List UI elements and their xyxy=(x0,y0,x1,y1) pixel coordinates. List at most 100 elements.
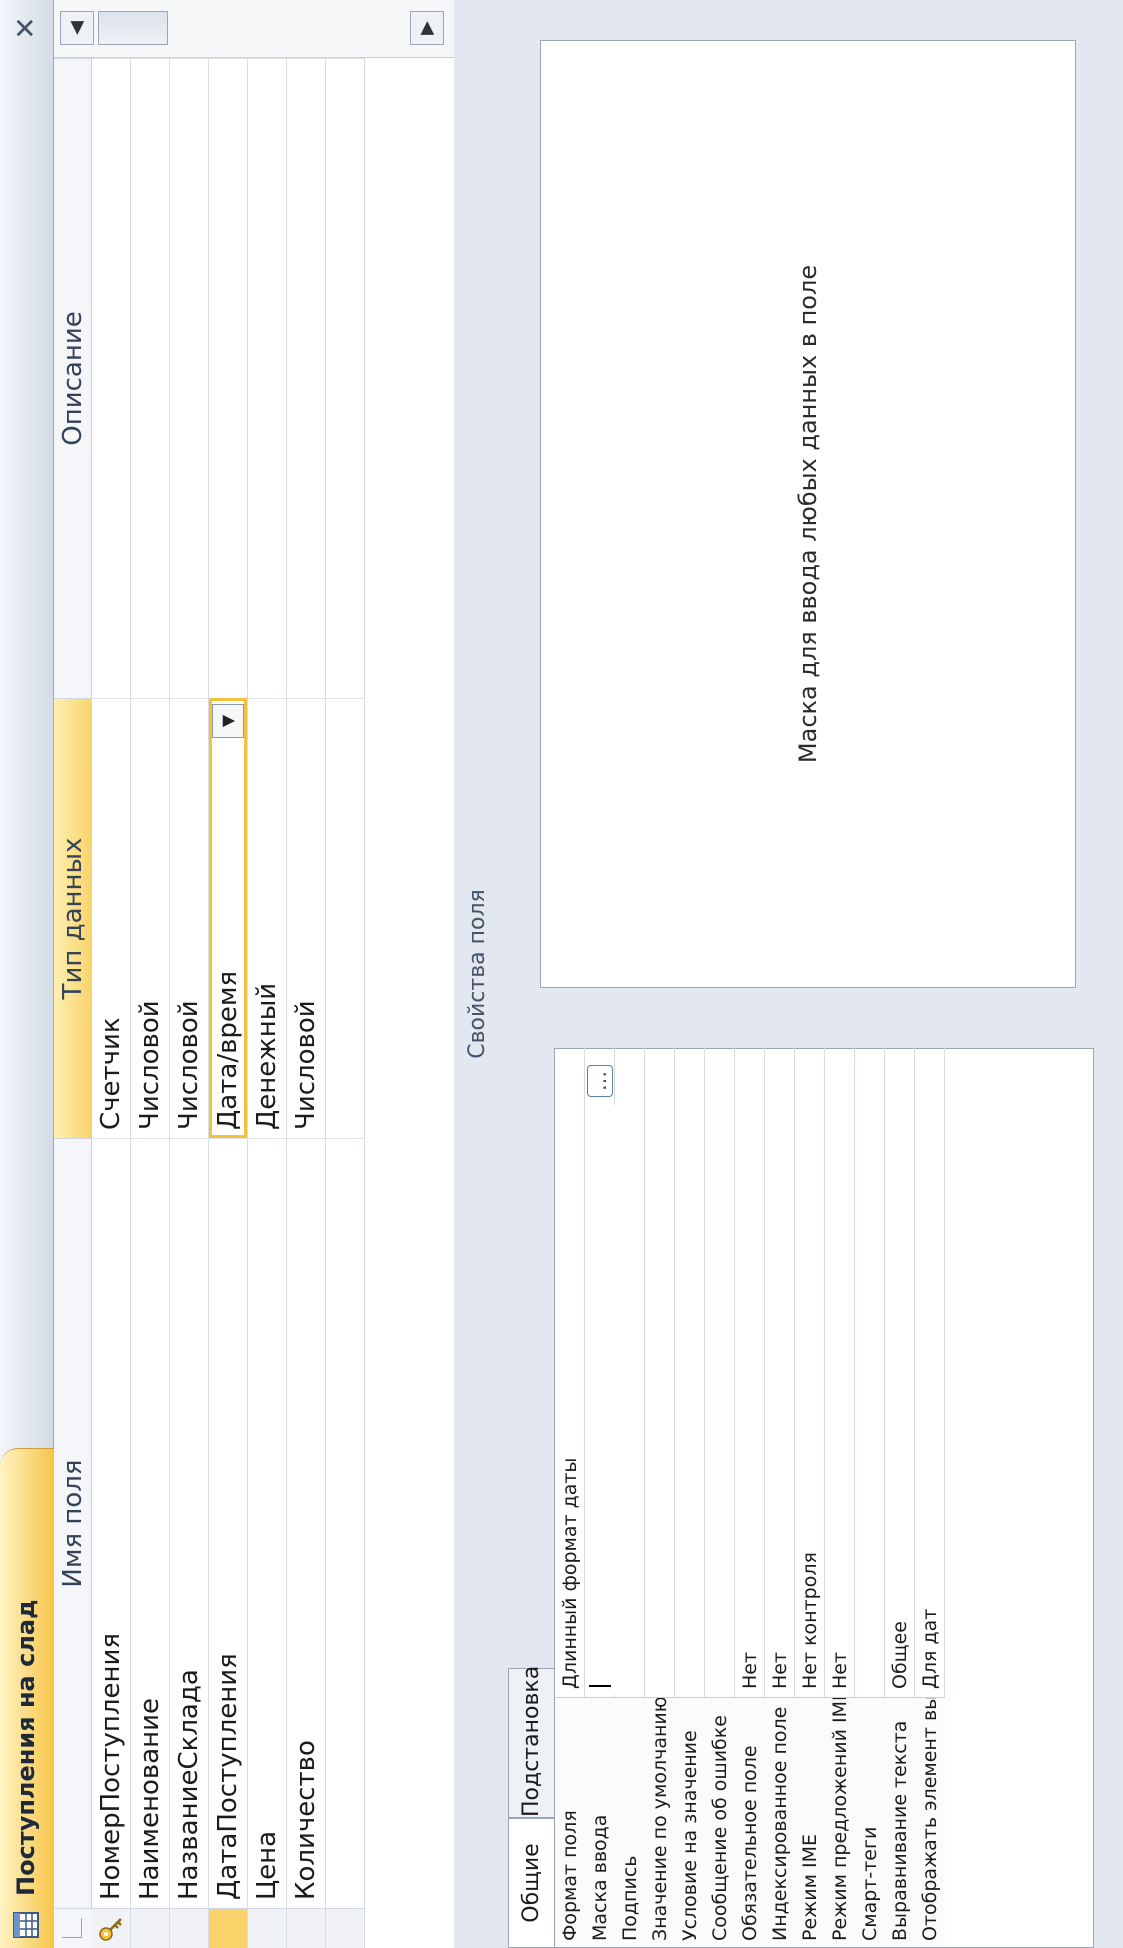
table-design-window: Поступления на слад ✕ Имя поля Тип данны… xyxy=(0,0,1123,1948)
scroll-thumb[interactable] xyxy=(98,11,168,45)
property-value[interactable]: Нет xyxy=(765,1105,795,1695)
close-icon[interactable]: ✕ xyxy=(8,10,44,46)
property-row[interactable]: Смарт-теги xyxy=(855,1047,885,1947)
property-row[interactable]: Индексированное поле Нет xyxy=(765,1047,795,1947)
property-value[interactable]: Длинный формат даты xyxy=(555,1105,585,1695)
field-name-cell[interactable]: Наименование xyxy=(131,1138,169,1908)
data-type-value: Дата/время xyxy=(213,970,243,1130)
input-mask-field[interactable] xyxy=(585,1105,615,1695)
property-label: Условие на значение xyxy=(675,1697,705,1947)
property-label: Режим предложений IME xyxy=(825,1697,855,1947)
description-cell[interactable] xyxy=(326,58,364,698)
field-name-cell[interactable]: ДатаПоступления xyxy=(209,1138,247,1908)
row-selector-active[interactable] xyxy=(209,1908,247,1948)
property-label: Подпись xyxy=(615,1697,645,1947)
property-value[interactable] xyxy=(855,1105,885,1695)
data-type-cell[interactable]: Числовой xyxy=(170,698,208,1138)
property-label: Смарт-теги xyxy=(855,1697,885,1947)
description-cell[interactable] xyxy=(92,58,130,698)
primary-key-icon xyxy=(98,1916,124,1942)
property-row[interactable]: Условие на значение xyxy=(675,1047,705,1947)
header-description[interactable]: Описание xyxy=(54,58,92,698)
row-selector[interactable] xyxy=(92,1908,130,1948)
field-name-cell[interactable]: Цена xyxy=(248,1138,286,1908)
data-type-cell[interactable]: Дата/время ▼ xyxy=(209,698,247,1138)
table-row-active[interactable]: ДатаПоступления Дата/время ▼ xyxy=(209,0,248,1948)
property-row[interactable]: Отображать элемент выбо Для дат xyxy=(915,1047,945,1947)
property-row[interactable]: Значение по умолчанию xyxy=(645,1047,675,1947)
property-value[interactable] xyxy=(705,1105,735,1695)
data-type-cell[interactable]: Денежный xyxy=(248,698,286,1138)
property-row-active[interactable]: Маска ввода … xyxy=(585,1047,615,1947)
property-row[interactable]: Режим IME Нет контроля xyxy=(795,1047,825,1947)
row-selector[interactable] xyxy=(131,1908,169,1948)
property-value[interactable]: Нет xyxy=(735,1105,765,1695)
field-properties-pane: Общие Подстановка Формат поля Длинный фо… xyxy=(500,0,1123,1948)
property-value[interactable]: Для дат xyxy=(915,1105,945,1695)
property-row[interactable]: Подпись xyxy=(615,1047,645,1947)
field-grid: Имя поля Тип данных Описание НомерПоступ… xyxy=(54,0,454,1948)
tab-lookup[interactable]: Подстановка xyxy=(508,1666,554,1818)
grid-header: Имя поля Тип данных Описание xyxy=(54,0,92,1948)
description-cell[interactable] xyxy=(248,58,286,698)
row-selector[interactable] xyxy=(326,1908,364,1948)
description-cell[interactable] xyxy=(131,58,169,698)
property-row[interactable]: Режим предложений IME Нет xyxy=(825,1047,855,1947)
text-cursor xyxy=(589,1685,611,1687)
field-name-cell[interactable]: НазваниеСклада xyxy=(170,1138,208,1908)
table-row[interactable]: НомерПоступления Счетчик xyxy=(92,0,131,1948)
property-help-text: Маска для ввода любых данных в поле xyxy=(794,264,822,764)
property-label: Обязательное поле xyxy=(735,1697,765,1947)
document-tab-bar: Поступления на слад ✕ xyxy=(0,0,54,1948)
property-row[interactable]: Сообщение об ошибке xyxy=(705,1047,735,1947)
data-type-cell[interactable]: Числовой xyxy=(287,698,325,1138)
property-value[interactable]: Нет контроля xyxy=(795,1105,825,1695)
header-data-type[interactable]: Тип данных xyxy=(54,698,92,1138)
property-help-panel: Маска для ввода любых данных в поле xyxy=(540,40,1076,988)
property-grid: Формат поля Длинный формат даты Маска вв… xyxy=(554,1047,1094,1948)
property-row[interactable]: Формат поля Длинный формат даты xyxy=(555,1047,585,1947)
property-label: Формат поля xyxy=(555,1697,585,1947)
property-label: Маска ввода xyxy=(585,1697,615,1947)
table-row[interactable]: Количество Числовой xyxy=(287,0,326,1948)
row-selector[interactable] xyxy=(248,1908,286,1948)
property-label: Отображать элемент выбо xyxy=(915,1697,945,1947)
data-type-cell[interactable]: Счетчик xyxy=(92,698,130,1138)
tab-general[interactable]: Общие xyxy=(508,1818,556,1948)
property-label: Индексированное поле xyxy=(765,1697,795,1947)
description-cell[interactable] xyxy=(209,58,247,698)
table-row[interactable]: Наименование Числовой xyxy=(131,0,170,1948)
vertical-scrollbar[interactable]: ◀ ▶ xyxy=(54,0,454,58)
property-label: Режим IME xyxy=(795,1697,825,1947)
document-tab[interactable]: Поступления на слад xyxy=(0,1448,54,1948)
table-row[interactable]: Цена Денежный xyxy=(248,0,287,1948)
property-value[interactable] xyxy=(615,1105,645,1695)
data-type-cell[interactable]: Числовой xyxy=(131,698,169,1138)
field-name-cell[interactable] xyxy=(326,1138,364,1908)
table-icon xyxy=(13,1912,39,1938)
field-name-cell[interactable]: Количество xyxy=(287,1138,325,1908)
field-name-cell[interactable]: НомерПоступления xyxy=(92,1138,130,1908)
data-type-dropdown-button[interactable]: ▼ xyxy=(212,704,244,738)
property-label: Выравнивание текста xyxy=(885,1697,915,1947)
header-field-name[interactable]: Имя поля xyxy=(54,1138,92,1908)
property-value[interactable]: Нет xyxy=(825,1105,855,1695)
data-type-cell[interactable] xyxy=(326,698,364,1138)
corner-triangle-icon xyxy=(62,1918,82,1938)
property-value[interactable]: Общее xyxy=(885,1105,915,1695)
description-cell[interactable] xyxy=(170,58,208,698)
property-value[interactable] xyxy=(675,1105,705,1695)
scroll-down-icon[interactable]: ▶ xyxy=(410,11,444,45)
table-row[interactable]: НазваниеСклада Числовой xyxy=(170,0,209,1948)
select-all-corner[interactable] xyxy=(54,1908,92,1948)
description-cell[interactable] xyxy=(287,58,325,698)
property-label: Сообщение об ошибке xyxy=(705,1697,735,1947)
property-row[interactable]: Обязательное поле Нет xyxy=(735,1047,765,1947)
property-row[interactable]: Выравнивание текста Общее xyxy=(885,1047,915,1947)
row-selector[interactable] xyxy=(170,1908,208,1948)
table-row[interactable] xyxy=(326,0,365,1948)
scroll-up-icon[interactable]: ◀ xyxy=(60,11,94,45)
builder-ellipsis-icon[interactable]: … xyxy=(587,1065,613,1097)
row-selector[interactable] xyxy=(287,1908,325,1948)
property-value[interactable] xyxy=(645,1105,675,1695)
